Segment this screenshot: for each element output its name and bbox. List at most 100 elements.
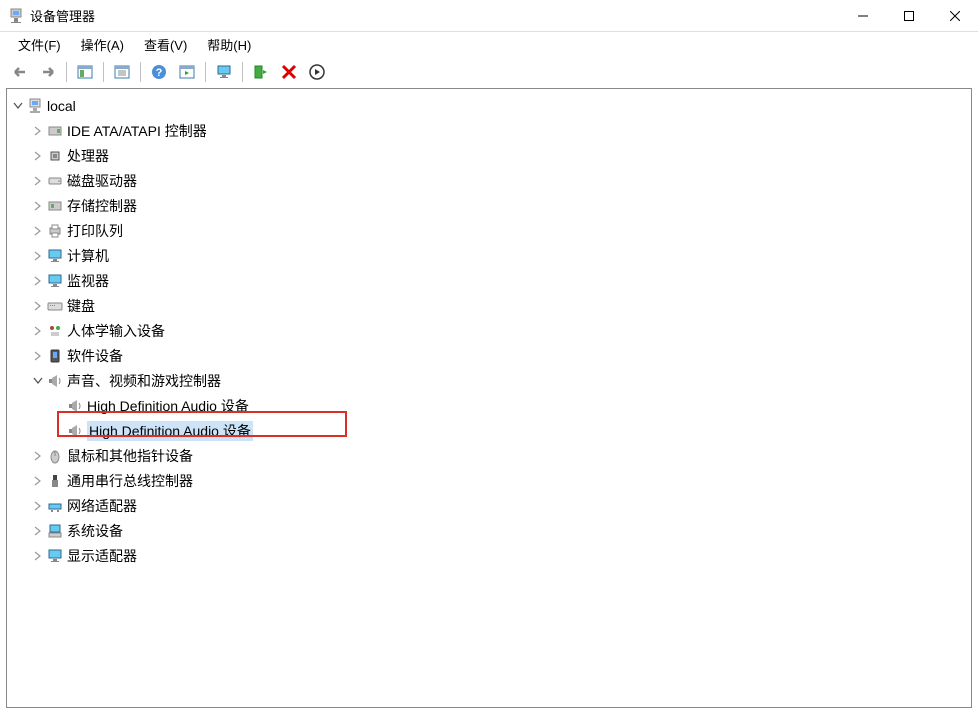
- tree-node-ide[interactable]: IDE ATA/ATAPI 控制器: [11, 118, 971, 143]
- tree-node-disk[interactable]: 磁盘驱动器: [11, 168, 971, 193]
- tree-node-mouse[interactable]: 鼠标和其他指针设备: [11, 443, 971, 468]
- node-label: local: [47, 98, 76, 114]
- tree-node-audio-child1[interactable]: High Definition Audio 设备: [11, 393, 971, 418]
- window-title: 设备管理器: [30, 6, 840, 25]
- properties-icon: [114, 64, 130, 80]
- menu-view[interactable]: 查看(V): [134, 33, 197, 56]
- scan-icon: [309, 64, 325, 80]
- action-icon: [179, 64, 195, 80]
- help-icon: ?: [151, 64, 167, 80]
- menubar: 文件(F) 操作(A) 查看(V) 帮助(H): [0, 32, 978, 56]
- minimize-button[interactable]: [840, 0, 886, 32]
- maximize-button[interactable]: [886, 0, 932, 32]
- tree-node-printqueue[interactable]: 打印队列: [11, 218, 971, 243]
- chevron-right-icon[interactable]: [31, 549, 45, 563]
- keyboard-icon: [47, 298, 63, 314]
- tree-node-audio[interactable]: 声音、视频和游戏控制器: [11, 368, 971, 393]
- speaker-icon: [47, 373, 63, 389]
- menu-help[interactable]: 帮助(H): [197, 33, 261, 56]
- menu-action[interactable]: 操作(A): [71, 33, 134, 56]
- node-label: 打印队列: [67, 221, 123, 241]
- chevron-right-icon[interactable]: [31, 249, 45, 263]
- update-driver-button[interactable]: [210, 59, 238, 85]
- chevron-right-icon[interactable]: [31, 199, 45, 213]
- tree-node-storage[interactable]: 存储控制器: [11, 193, 971, 218]
- svg-text:?: ?: [156, 67, 163, 79]
- close-icon: [950, 11, 960, 21]
- tree-node-hid[interactable]: 人体学输入设备: [11, 318, 971, 343]
- minimize-icon: [858, 11, 868, 21]
- show-hide-tree-button[interactable]: [71, 59, 99, 85]
- chevron-down-icon[interactable]: [31, 374, 45, 388]
- cpu-icon: [47, 148, 63, 164]
- forward-button[interactable]: [34, 59, 62, 85]
- uninstall-button[interactable]: [275, 59, 303, 85]
- software-icon: [47, 348, 63, 364]
- node-label: 网络适配器: [67, 496, 137, 516]
- chevron-right-icon[interactable]: [31, 124, 45, 138]
- panel-icon: [77, 64, 93, 80]
- chevron-down-icon[interactable]: [11, 99, 25, 113]
- help-button[interactable]: ?: [145, 59, 173, 85]
- node-label: High Definition Audio 设备: [87, 396, 249, 416]
- tree-node-root[interactable]: local: [11, 93, 971, 118]
- speaker-icon: [67, 398, 83, 414]
- tree-node-system[interactable]: 系统设备: [11, 518, 971, 543]
- usb-icon: [47, 473, 63, 489]
- scan-changes-button[interactable]: [303, 59, 331, 85]
- node-label: 键盘: [67, 296, 95, 316]
- chevron-right-icon[interactable]: [31, 274, 45, 288]
- forward-icon: [39, 65, 57, 79]
- monitor-icon: [47, 248, 63, 264]
- back-icon: [11, 65, 29, 79]
- node-label: 鼠标和其他指针设备: [67, 446, 193, 466]
- ide-icon: [47, 123, 63, 139]
- node-label: 计算机: [67, 246, 109, 266]
- chevron-right-icon[interactable]: [31, 299, 45, 313]
- node-label: 通用串行总线控制器: [67, 471, 193, 491]
- tree-node-display[interactable]: 显示适配器: [11, 543, 971, 568]
- back-button[interactable]: [6, 59, 34, 85]
- window-controls: [840, 0, 978, 31]
- tree-node-usb[interactable]: 通用串行总线控制器: [11, 468, 971, 493]
- hid-icon: [47, 323, 63, 339]
- node-label: IDE ATA/ATAPI 控制器: [67, 121, 207, 141]
- device-tree[interactable]: local IDE ATA/ATAPI 控制器 处理器 磁盘驱动器 存储控制器 …: [6, 88, 972, 708]
- computer-icon: [27, 98, 43, 114]
- chevron-right-icon[interactable]: [31, 474, 45, 488]
- disk-icon: [47, 173, 63, 189]
- delete-icon: [281, 64, 297, 80]
- chevron-right-icon[interactable]: [31, 149, 45, 163]
- chevron-right-icon[interactable]: [31, 499, 45, 513]
- storage-icon: [47, 198, 63, 214]
- tree-node-network[interactable]: 网络适配器: [11, 493, 971, 518]
- tree-node-software[interactable]: 软件设备: [11, 343, 971, 368]
- maximize-icon: [904, 11, 914, 21]
- node-label: 磁盘驱动器: [67, 171, 137, 191]
- enable-device-button[interactable]: [247, 59, 275, 85]
- node-label: 监视器: [67, 271, 109, 291]
- chevron-right-icon[interactable]: [31, 174, 45, 188]
- tree-node-audio-child2[interactable]: High Definition Audio 设备: [11, 418, 971, 443]
- display-icon: [47, 548, 63, 564]
- menu-file[interactable]: 文件(F): [8, 33, 71, 56]
- enable-icon: [253, 64, 269, 80]
- monitor-update-icon: [216, 64, 232, 80]
- chevron-right-icon[interactable]: [31, 524, 45, 538]
- tree-node-computer[interactable]: 计算机: [11, 243, 971, 268]
- tree-node-monitor[interactable]: 监视器: [11, 268, 971, 293]
- chevron-right-icon[interactable]: [31, 449, 45, 463]
- chevron-right-icon[interactable]: [31, 349, 45, 363]
- scan-hardware-button[interactable]: [173, 59, 201, 85]
- node-label: 软件设备: [67, 346, 123, 366]
- tree-node-keyboard[interactable]: 键盘: [11, 293, 971, 318]
- chevron-right-icon[interactable]: [31, 224, 45, 238]
- toolbar: ?: [0, 56, 978, 88]
- monitor-icon: [47, 273, 63, 289]
- node-label: 系统设备: [67, 521, 123, 541]
- mouse-icon: [47, 448, 63, 464]
- properties-button[interactable]: [108, 59, 136, 85]
- tree-node-processor[interactable]: 处理器: [11, 143, 971, 168]
- chevron-right-icon[interactable]: [31, 324, 45, 338]
- close-button[interactable]: [932, 0, 978, 32]
